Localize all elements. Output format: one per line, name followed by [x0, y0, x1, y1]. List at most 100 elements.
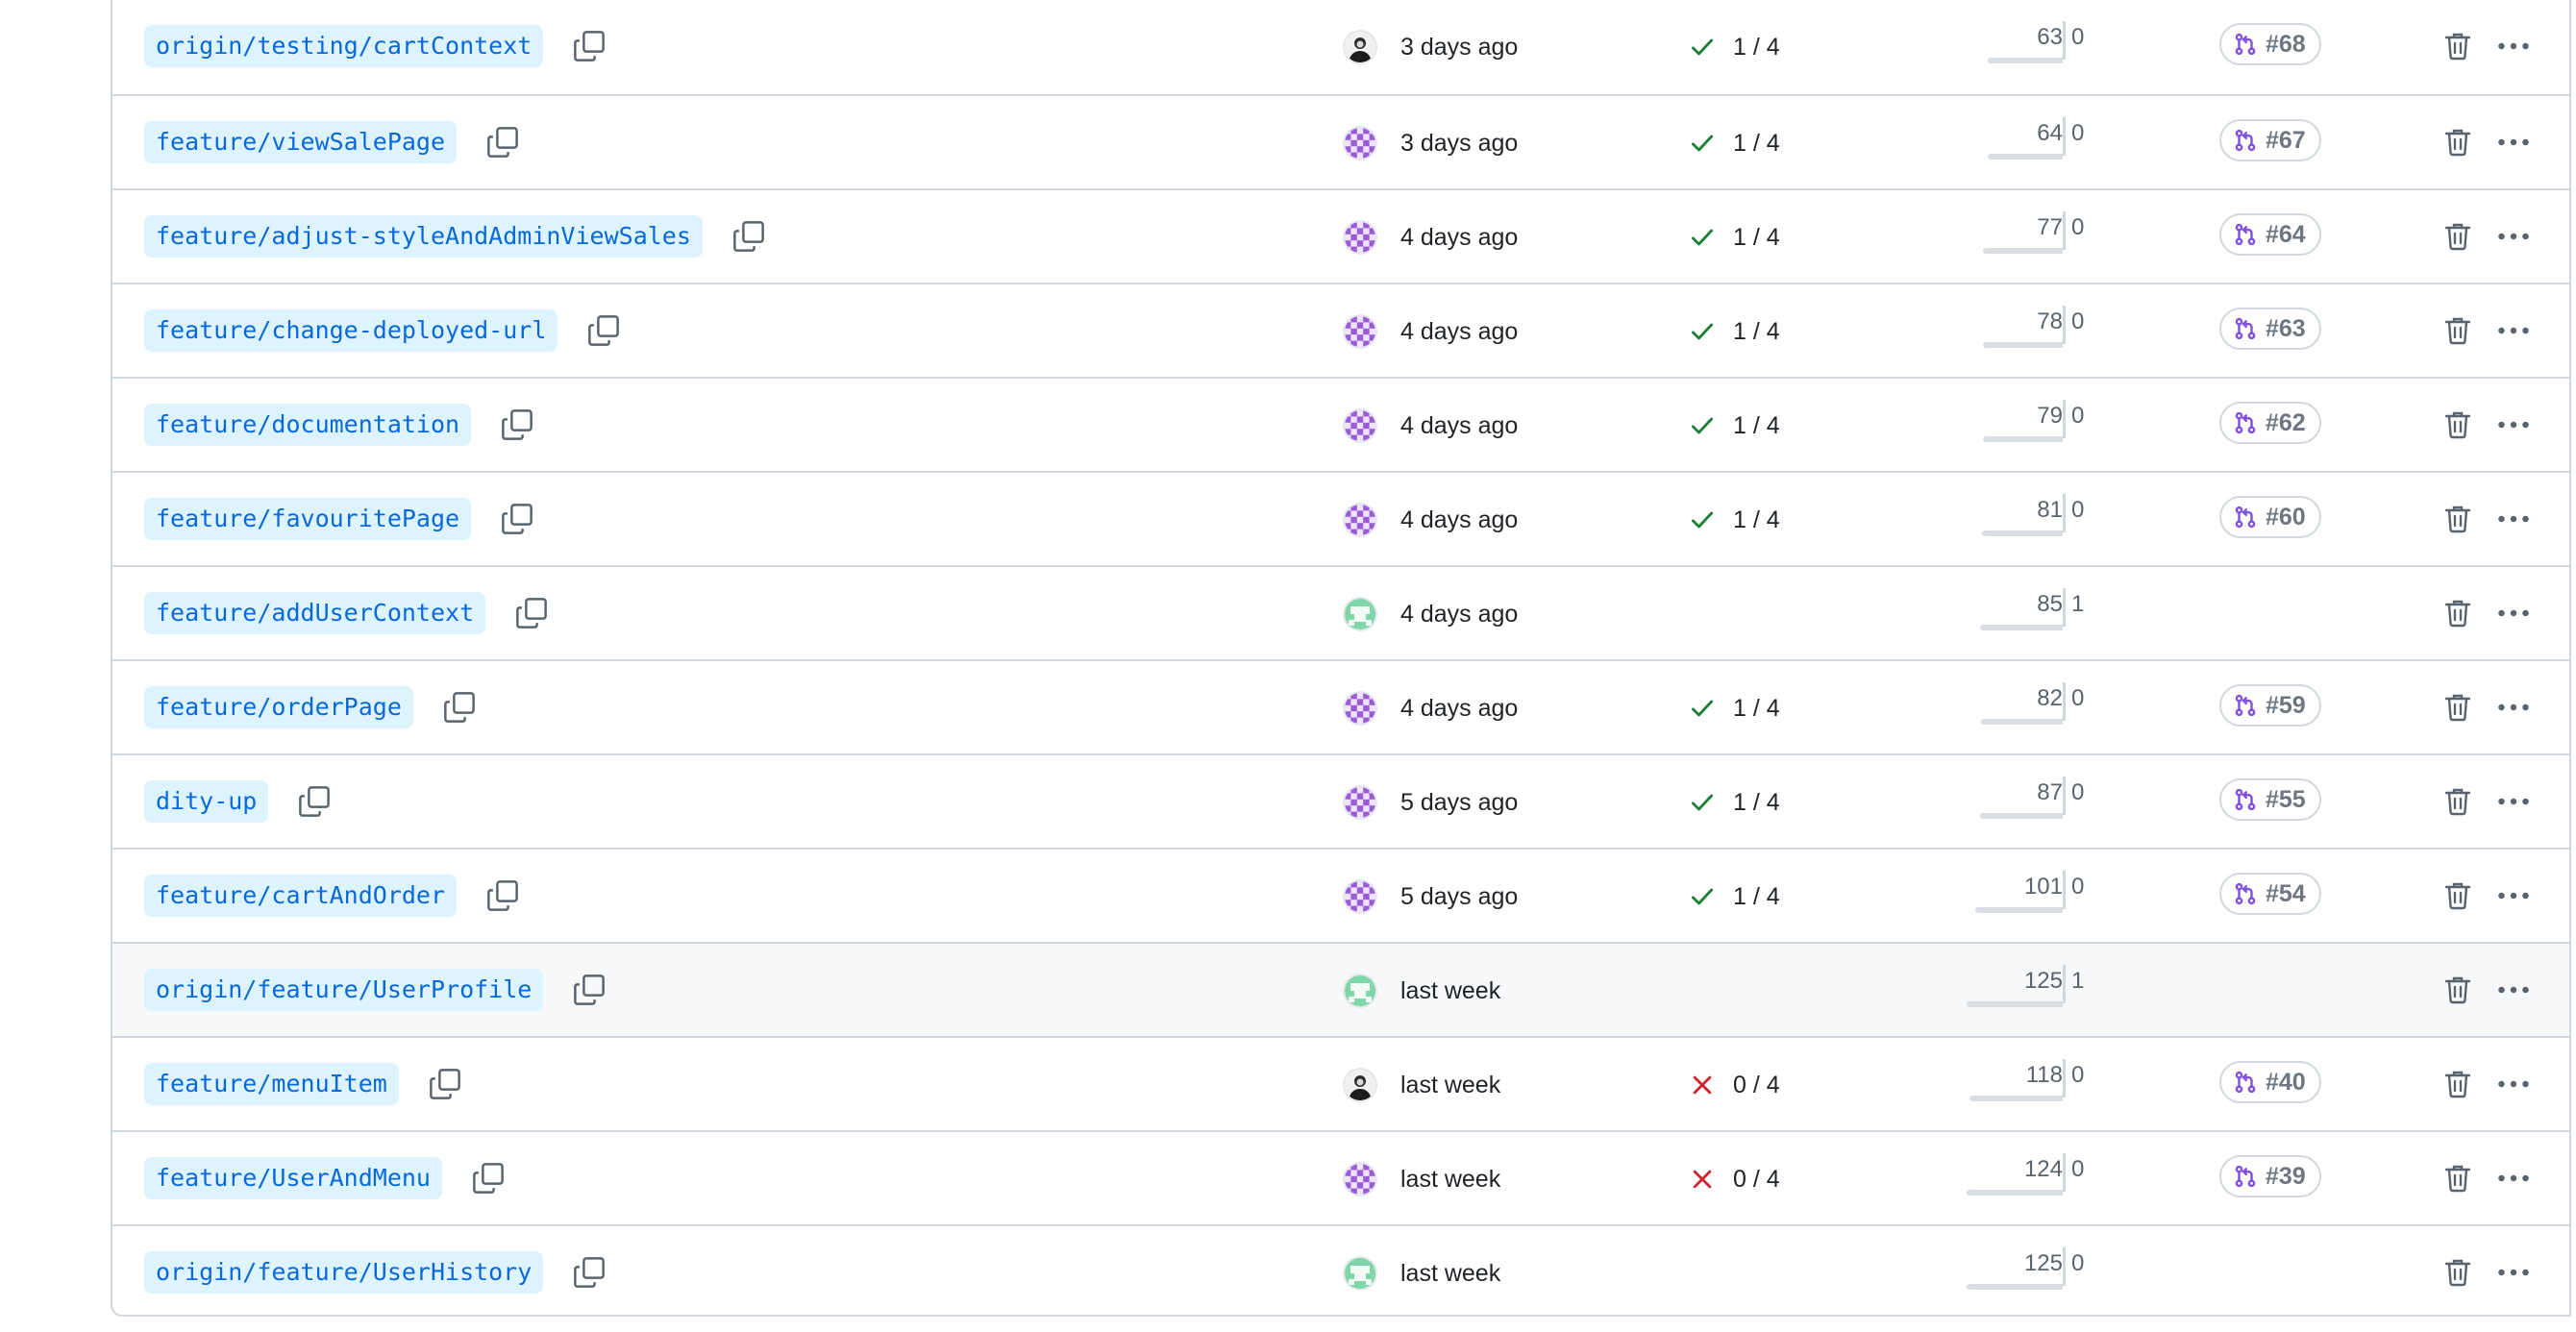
behind-count: 85 — [2037, 591, 2063, 617]
check-status[interactable]: 0 / 4 — [1689, 1066, 1780, 1104]
delete-branch-button[interactable] — [2439, 971, 2477, 1009]
check-status[interactable]: 1 / 4 — [1689, 312, 1780, 351]
avatar[interactable] — [1345, 128, 1375, 159]
pull-request-badge[interactable]: #59 — [2219, 684, 2321, 727]
copy-branch-button[interactable] — [512, 594, 551, 632]
delete-branch-button[interactable] — [2439, 1159, 2477, 1197]
check-icon — [1689, 318, 1716, 345]
check-count: 1 / 4 — [1733, 882, 1780, 910]
delete-branch-button[interactable] — [2439, 217, 2477, 256]
copy-branch-button[interactable] — [730, 217, 768, 256]
delete-branch-button[interactable] — [2439, 782, 2477, 821]
avatar[interactable] — [1345, 1164, 1375, 1195]
branches-table: origin/testing/cartContext 3 days ago 1 / … — [111, 0, 2571, 1317]
pull-request-badge[interactable]: #55 — [2219, 778, 2321, 821]
avatar[interactable] — [1345, 1258, 1375, 1289]
pull-request-badge[interactable]: #39 — [2219, 1155, 2321, 1197]
avatar[interactable] — [1345, 505, 1375, 535]
avatar[interactable] — [1345, 599, 1375, 629]
pull-request-badge[interactable]: #54 — [2219, 873, 2321, 915]
pull-request-badge[interactable]: #40 — [2219, 1061, 2321, 1103]
delete-branch-button[interactable] — [2439, 1065, 2477, 1103]
more-options-button[interactable] — [2490, 594, 2537, 632]
more-options-button[interactable] — [2490, 782, 2537, 821]
more-options-button[interactable] — [2490, 971, 2537, 1009]
avatar[interactable] — [1345, 881, 1375, 912]
copy-branch-button[interactable] — [498, 500, 536, 538]
copy-branch-button[interactable] — [498, 406, 536, 444]
branch-name-link[interactable]: feature/favouritePage — [144, 498, 472, 540]
copy-branch-button[interactable] — [483, 876, 522, 915]
pull-request-badge[interactable]: #68 — [2219, 23, 2321, 65]
branch-name-link[interactable]: feature/menuItem — [144, 1063, 399, 1105]
more-options-button[interactable] — [2490, 27, 2537, 65]
check-status[interactable]: 0 / 4 — [1689, 1160, 1780, 1198]
avatar[interactable] — [1345, 975, 1375, 1006]
branch-name-link[interactable]: feature/orderPage — [144, 686, 413, 728]
branch-name-link[interactable]: feature/UserAndMenu — [144, 1157, 442, 1199]
copy-branch-button[interactable] — [426, 1065, 464, 1103]
pull-request-badge[interactable]: #67 — [2219, 119, 2321, 161]
ahead-behind-divider — [2063, 494, 2066, 532]
copy-icon — [426, 1069, 464, 1107]
check-status[interactable]: 1 / 4 — [1689, 28, 1780, 66]
branch-name-link[interactable]: feature/adjust-styleAndAdminViewSales — [144, 215, 703, 258]
avatar[interactable] — [1345, 222, 1375, 253]
more-options-button[interactable] — [2490, 500, 2537, 538]
branch-name-link[interactable]: feature/cartAndOrder — [144, 875, 458, 917]
branch-name-link[interactable]: feature/documentation — [144, 404, 472, 446]
check-status[interactable]: 1 / 4 — [1689, 124, 1780, 162]
delete-branch-button[interactable] — [2439, 876, 2477, 915]
more-options-button[interactable] — [2490, 123, 2537, 161]
more-options-button[interactable] — [2490, 1065, 2537, 1103]
copy-icon — [730, 221, 768, 259]
more-options-button[interactable] — [2490, 1253, 2537, 1292]
avatar[interactable] — [1345, 1070, 1375, 1100]
avatar[interactable] — [1345, 787, 1375, 818]
pull-request-badge[interactable]: #63 — [2219, 308, 2321, 350]
check-status[interactable]: 1 / 4 — [1689, 689, 1780, 728]
copy-branch-button[interactable] — [570, 971, 608, 1009]
branch-name-link[interactable]: feature/addUserContext — [144, 592, 486, 634]
behind-bar — [1967, 1190, 2063, 1196]
check-status[interactable]: 1 / 4 — [1689, 218, 1780, 257]
check-status[interactable]: 1 / 4 — [1689, 407, 1780, 445]
branch-name-link[interactable]: feature/change-deployed-url — [144, 309, 558, 352]
avatar[interactable] — [1345, 693, 1375, 724]
delete-branch-button[interactable] — [2439, 500, 2477, 538]
copy-branch-button[interactable] — [440, 688, 479, 727]
delete-branch-button[interactable] — [2439, 27, 2477, 65]
more-options-button[interactable] — [2490, 688, 2537, 727]
branch-name-link[interactable]: origin/testing/cartContext — [144, 25, 544, 67]
delete-branch-button[interactable] — [2439, 1253, 2477, 1292]
more-options-button[interactable] — [2490, 1159, 2537, 1197]
avatar[interactable] — [1345, 32, 1375, 62]
more-options-button[interactable] — [2490, 311, 2537, 350]
delete-branch-button[interactable] — [2439, 406, 2477, 444]
branch-name-link[interactable]: origin/feature/UserHistory — [144, 1251, 544, 1294]
more-options-button[interactable] — [2490, 876, 2537, 915]
copy-branch-button[interactable] — [570, 27, 608, 65]
copy-branch-button[interactable] — [469, 1159, 508, 1197]
more-options-button[interactable] — [2490, 217, 2537, 256]
delete-branch-button[interactable] — [2439, 688, 2477, 727]
delete-branch-button[interactable] — [2439, 594, 2477, 632]
pull-request-badge[interactable]: #60 — [2219, 496, 2321, 538]
more-options-button[interactable] — [2490, 406, 2537, 444]
copy-branch-button[interactable] — [584, 311, 623, 350]
delete-branch-button[interactable] — [2439, 311, 2477, 350]
branch-name-link[interactable]: origin/feature/UserProfile — [144, 969, 544, 1011]
copy-branch-button[interactable] — [570, 1253, 608, 1292]
avatar[interactable] — [1345, 410, 1375, 441]
copy-branch-button[interactable] — [295, 782, 334, 821]
copy-branch-button[interactable] — [483, 123, 522, 161]
check-status[interactable]: 1 / 4 — [1689, 783, 1780, 822]
branch-name-link[interactable]: feature/viewSalePage — [144, 121, 458, 163]
check-status[interactable]: 1 / 4 — [1689, 877, 1780, 916]
delete-branch-button[interactable] — [2439, 123, 2477, 161]
avatar[interactable] — [1345, 316, 1375, 347]
check-status[interactable]: 1 / 4 — [1689, 501, 1780, 539]
branch-name-link[interactable]: dity-up — [144, 780, 269, 823]
pull-request-badge[interactable]: #62 — [2219, 402, 2321, 444]
pull-request-badge[interactable]: #64 — [2219, 213, 2321, 256]
